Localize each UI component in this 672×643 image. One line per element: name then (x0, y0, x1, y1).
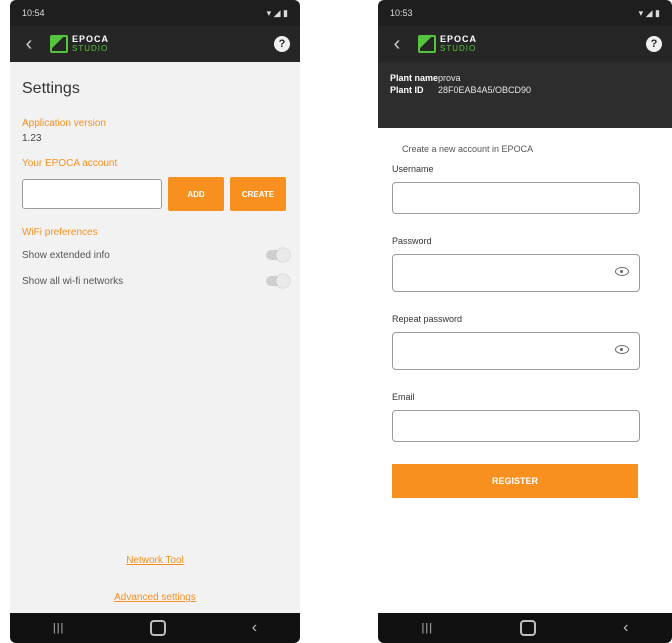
plant-name-value: prova (438, 73, 461, 83)
extended-info-row: Show extended info (22, 242, 290, 268)
form-intro: Create a new account in EPOCA (402, 144, 534, 154)
logo-word-epoca: EPOCA (72, 34, 110, 44)
repeat-password-label: Repeat password (392, 314, 463, 324)
account-label: Your EPOCA account (22, 158, 118, 169)
logo-word-epoca: EPOCA (440, 34, 478, 44)
network-tool-container: Network Tool (10, 555, 300, 566)
username-field[interactable] (392, 182, 640, 214)
advanced-settings-link[interactable]: Advanced settings (10, 592, 300, 603)
password-label: Password (392, 236, 432, 246)
extended-info-label: Show extended info (22, 249, 110, 261)
username-label: Username (392, 164, 434, 174)
recents-icon[interactable]: ||| (422, 622, 434, 634)
account-input[interactable] (22, 179, 162, 209)
register-form: Create a new account in EPOCA Username P… (378, 128, 672, 498)
status-bar: 10:53 ▾ ◢ ▮ (378, 0, 672, 26)
plant-id-row: Plant ID 28F0EAB4A5/OBCD90 (390, 84, 660, 96)
settings-screen: 10:54 ▾ ◢ ▮ ‹ EPOCA STUDIO ? Settings Ap… (10, 0, 300, 643)
app-bar: ‹ EPOCA STUDIO ? (10, 26, 300, 62)
app-bar: ‹ EPOCA STUDIO ? (378, 26, 672, 62)
plant-id-value: 28F0EAB4A5/OBCD90 (438, 85, 532, 95)
app-version-value: 1.23 (22, 133, 42, 144)
help-icon[interactable]: ? (274, 36, 290, 52)
home-icon[interactable] (520, 620, 537, 636)
nav-back-icon[interactable]: ‹ (623, 619, 628, 637)
plant-id-label: Plant ID (390, 85, 424, 95)
system-nav-bar: ||| ‹ (10, 613, 300, 643)
email-label: Email (392, 392, 415, 402)
extended-info-toggle[interactable] (266, 248, 290, 262)
settings-content: Settings Application version 1.23 Your E… (10, 62, 300, 304)
password-field[interactable] (392, 254, 640, 292)
epoca-logo: EPOCA STUDIO (50, 32, 109, 56)
home-icon[interactable] (150, 620, 167, 636)
all-networks-toggle[interactable] (266, 274, 290, 288)
back-arrow-icon[interactable]: ‹ (386, 26, 408, 62)
epoca-logo: EPOCA STUDIO (418, 32, 477, 56)
recents-icon[interactable]: ||| (53, 622, 65, 634)
system-nav-bar: ||| ‹ (378, 613, 672, 643)
status-icons: ▾ ◢ ▮ (266, 7, 288, 18)
status-icons: ▾ ◢ ▮ (638, 7, 660, 18)
plant-info-panel: Plant name prova Plant ID 28F0EAB4A5/OBC… (378, 62, 672, 128)
page-title: Settings (22, 80, 80, 97)
help-icon[interactable]: ? (646, 36, 662, 52)
add-button[interactable]: ADD (168, 177, 224, 211)
logo-word-studio: STUDIO (72, 44, 109, 53)
show-repeat-password-eye-icon[interactable] (615, 345, 629, 354)
show-password-eye-icon[interactable] (615, 267, 629, 276)
wifi-preferences-label: WiFi preferences (22, 227, 98, 238)
status-bar: 10:54 ▾ ◢ ▮ (10, 0, 300, 26)
all-networks-row: Show all wi-fi networks (22, 268, 290, 294)
back-arrow-icon[interactable]: ‹ (18, 26, 40, 62)
plant-name-label: Plant name (390, 73, 439, 83)
account-row: ADD CREATE (22, 177, 288, 211)
status-time: 10:54 (22, 8, 45, 18)
all-networks-label: Show all wi-fi networks (22, 275, 124, 287)
create-button[interactable]: CREATE (230, 177, 286, 211)
network-tool-link[interactable]: Network Tool (10, 555, 300, 566)
nav-back-icon[interactable]: ‹ (252, 619, 257, 637)
logo-word-studio: STUDIO (440, 44, 477, 53)
plant-name-row: Plant name prova (390, 72, 660, 84)
logo-mark-icon (50, 35, 68, 53)
register-button[interactable]: REGISTER (392, 464, 638, 498)
email-field[interactable] (392, 410, 640, 442)
status-time: 10:53 (390, 8, 413, 18)
app-version-label: Application version (22, 118, 106, 129)
logo-mark-icon (418, 35, 436, 53)
advanced-settings-container: Advanced settings (10, 592, 300, 603)
repeat-password-field[interactable] (392, 332, 640, 370)
register-screen: 10:53 ▾ ◢ ▮ ‹ EPOCA STUDIO ? Plant name … (378, 0, 672, 643)
